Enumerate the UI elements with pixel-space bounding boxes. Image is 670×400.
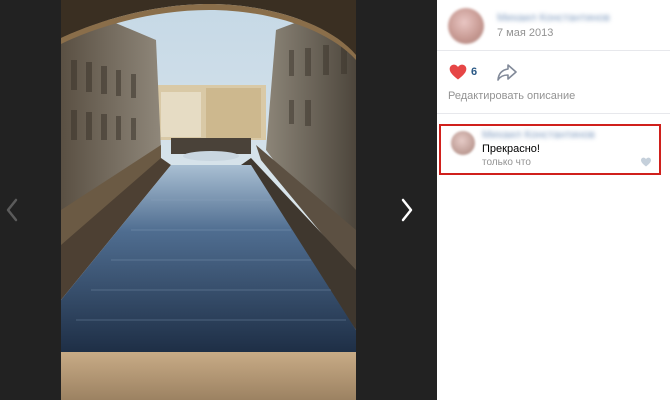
edit-description-link[interactable]: Редактировать описание: [448, 90, 575, 102]
post-date[interactable]: 7 мая 2013: [497, 27, 553, 39]
heart-icon: [449, 64, 467, 80]
comment-author-avatar[interactable]: [451, 131, 475, 155]
photo-image[interactable]: [61, 0, 356, 400]
comment-item: Михаил Константинов Прекрасно! только чт…: [439, 124, 661, 175]
info-panel: Михаил Константинов 7 мая 2013 6 Редакти…: [437, 0, 670, 400]
author-avatar[interactable]: [448, 8, 484, 44]
like-count: 6: [471, 66, 478, 78]
comment-text: Прекрасно!: [482, 143, 540, 155]
divider: [437, 50, 670, 51]
chevron-right-icon: [401, 198, 413, 222]
author-name-link[interactable]: Михаил Константинов: [497, 12, 610, 24]
divider: [437, 113, 670, 114]
comment-author-name[interactable]: Михаил Константинов: [482, 129, 595, 141]
next-photo-button[interactable]: [393, 190, 421, 230]
share-button[interactable]: [496, 62, 518, 82]
post-actions: 6: [448, 60, 648, 84]
share-icon: [497, 64, 517, 81]
post-author-row: Михаил Константинов 7 мая 2013: [448, 8, 663, 44]
photo-viewer: [0, 0, 437, 400]
comment-time[interactable]: только что: [482, 157, 531, 168]
canal-photo: [61, 0, 356, 400]
chevron-left-icon: [6, 198, 18, 222]
previous-photo-button[interactable]: [0, 190, 28, 230]
comment-like-icon[interactable]: [640, 156, 652, 168]
